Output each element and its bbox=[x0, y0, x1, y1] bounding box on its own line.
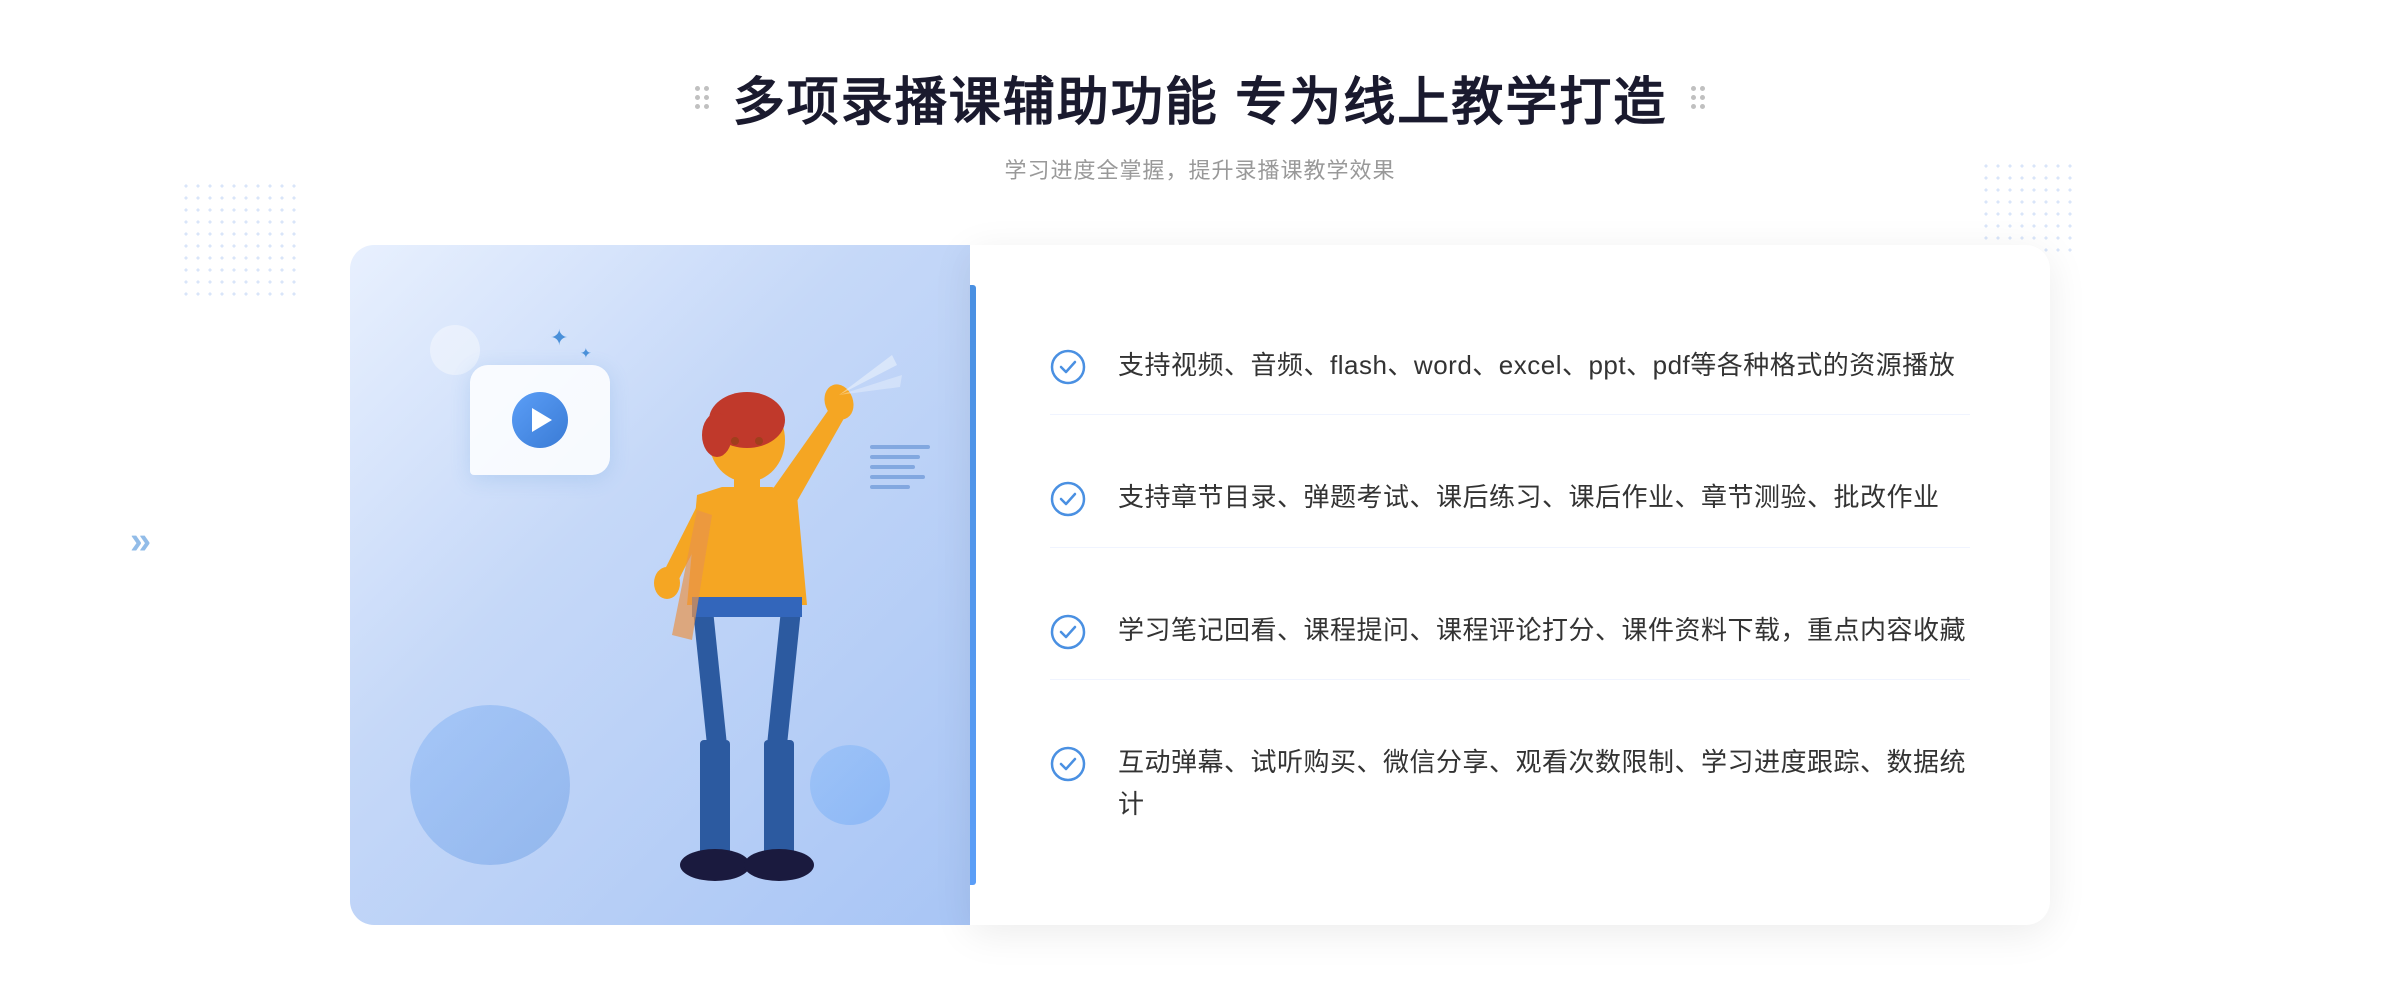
page-container: » 多项录播课辅助功能 专为线上教学打造 学习进度全 bbox=[0, 0, 2400, 1005]
features-panel: 支持视频、音频、flash、word、excel、ppt、pdf等各种格式的资源… bbox=[970, 245, 2050, 925]
feature-item-3: 学习笔记回看、课程提问、课程评论打分、课件资料下载，重点内容收藏 bbox=[1050, 582, 1970, 681]
play-triangle-icon bbox=[532, 408, 552, 432]
left-decorative-icon bbox=[695, 86, 709, 109]
decorative-dots-left bbox=[180, 180, 300, 300]
check-icon-2 bbox=[1050, 481, 1086, 517]
illustration-wrapper: ✦ ✦ bbox=[350, 245, 970, 925]
decorative-arrow-left: » bbox=[130, 520, 151, 563]
feature-item-1: 支持视频、音频、flash、word、excel、ppt、pdf等各种格式的资源… bbox=[1050, 317, 1970, 416]
check-icon-3 bbox=[1050, 614, 1086, 650]
feature-item-4: 互动弹幕、试听购买、微信分享、观看次数限制、学习进度跟踪、数据统计 bbox=[1050, 714, 1970, 853]
circle-large bbox=[410, 705, 570, 865]
content-area: ✦ ✦ bbox=[350, 245, 2050, 925]
right-decorative-icon bbox=[1691, 86, 1705, 109]
check-icon-4 bbox=[1050, 746, 1086, 782]
check-icon-1 bbox=[1050, 349, 1086, 385]
feature-text-2: 支持章节目录、弹题考试、课后练习、课后作业、章节测验、批改作业 bbox=[1118, 477, 1940, 519]
main-title: 多项录播课辅助功能 专为线上教学打造 bbox=[733, 60, 1667, 135]
human-figure-illustration bbox=[552, 345, 912, 925]
circle-tiny bbox=[430, 325, 480, 375]
feature-text-4: 互动弹幕、试听购买、微信分享、观看次数限制、学习进度跟踪、数据统计 bbox=[1118, 742, 1970, 825]
header-top: 多项录播课辅助功能 专为线上教学打造 bbox=[695, 60, 1705, 135]
feature-text-3: 学习笔记回看、课程提问、课程评论打分、课件资料下载，重点内容收藏 bbox=[1118, 610, 1966, 652]
subtitle: 学习进度全掌握，提升录播课教学效果 bbox=[695, 153, 1705, 185]
feature-item-2: 支持章节目录、弹题考试、课后练习、课后作业、章节测验、批改作业 bbox=[1050, 449, 1970, 548]
feature-text-1: 支持视频、音频、flash、word、excel、ppt、pdf等各种格式的资源… bbox=[1118, 345, 1955, 387]
header-section: 多项录播课辅助功能 专为线上教学打造 学习进度全掌握，提升录播课教学效果 bbox=[695, 60, 1705, 185]
